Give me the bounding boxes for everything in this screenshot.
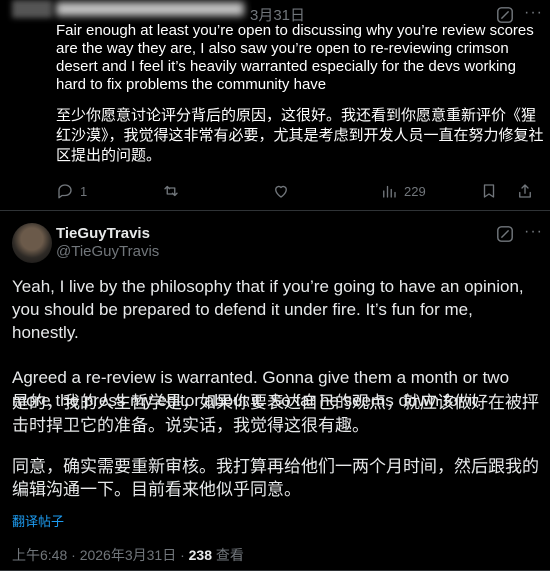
avatar[interactable] [12, 223, 52, 263]
grok-icon[interactable] [496, 225, 514, 243]
bookmark-icon [483, 184, 495, 198]
views-icon [383, 185, 396, 198]
divider [0, 210, 550, 211]
more-icon[interactable]: ··· [524, 223, 543, 241]
like-button[interactable] [272, 182, 296, 200]
more-icon[interactable]: ··· [524, 4, 543, 22]
handle[interactable]: @TieGuyTravis [56, 243, 159, 260]
post-paragraph: 是的，我的人生哲学是，如果你要表达自己的观点，就应该做好在被抨击时捍卫它的准备。… [12, 393, 539, 435]
views-button[interactable]: 229 [380, 182, 426, 200]
post-meta: 上午6:48 · 2026年3月31日 · 238 查看 [12, 545, 244, 565]
reply-text-zh: 至少你愿意讨论评分背后的原因，这很好。我还看到你愿意重新评价《猩红沙漠》，我觉得… [56, 107, 544, 164]
reply-actions: 1 229 [56, 182, 536, 204]
post-paragraph: 同意，确实需要重新审核。我打算再给他们一两个月时间，然后跟我的编辑沟通一下。目前… [12, 457, 539, 499]
views-count: 229 [404, 183, 426, 199]
post-timestamp[interactable]: 上午6:48 · 2026年3月31日 · [12, 547, 189, 563]
redacted-username [56, 2, 244, 16]
post-text-zh: 是的，我的人生哲学是，如果你要表达自己的观点，就应该做好在被抨击时捍卫它的准备。… [12, 391, 542, 519]
reply-count: 1 [80, 183, 88, 199]
post-paragraph: Yeah, I live by the philosophy that if y… [12, 277, 524, 342]
heart-icon [275, 185, 287, 198]
bookmark-button[interactable] [480, 182, 498, 200]
retweet-icon [164, 185, 178, 197]
view-label: 查看 [212, 547, 244, 563]
share-icon [519, 184, 531, 198]
reply-text-en: Fair enough at least you’re open to disc… [56, 22, 534, 93]
display-name[interactable]: TieGuyTravis [56, 225, 150, 242]
reply-tweet[interactable]: 3月31日 ··· Fair enough at least you’re op… [0, 0, 550, 205]
view-count: 238 [188, 547, 212, 563]
redacted-avatar [12, 0, 52, 18]
reply-icon [58, 184, 72, 199]
translate-post-link[interactable]: 翻译帖子 [12, 511, 64, 530]
retweet-button[interactable] [162, 182, 186, 200]
share-button[interactable] [516, 182, 534, 200]
reply-button[interactable]: 1 [56, 182, 87, 200]
